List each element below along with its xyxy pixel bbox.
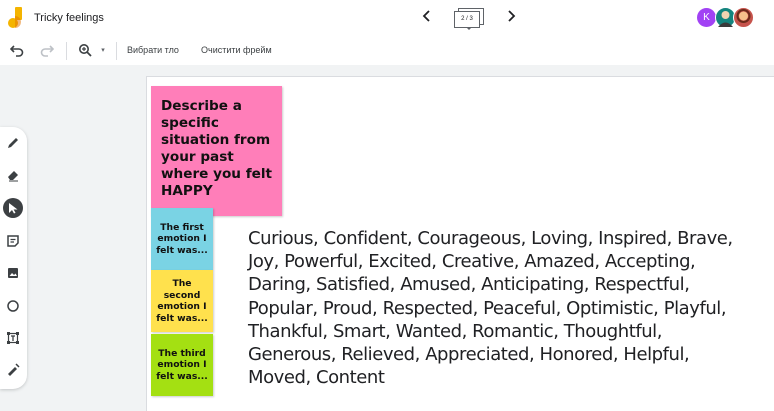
sticky-note-tool[interactable]: [3, 231, 23, 251]
top-bar: Tricky feelings 2 / 3 K: [0, 0, 774, 37]
collaborator-avatar[interactable]: K: [697, 8, 716, 27]
tool-rail: [0, 127, 27, 389]
toolbar-divider: [116, 42, 117, 60]
next-frame-button[interactable]: [503, 9, 519, 27]
frame-bar-toggle[interactable]: 2 / 3: [454, 7, 484, 31]
clear-frame-button[interactable]: Очистити фрейм: [201, 45, 272, 55]
shape-tool[interactable]: [3, 296, 23, 316]
zoom-button[interactable]: [77, 43, 93, 59]
collaborator-avatar[interactable]: [733, 7, 754, 28]
sticky-note-third-emotion[interactable]: The third emotion I felt was...: [151, 334, 213, 396]
feelings-text-box[interactable]: Curious, Confident, Courageous, Loving, …: [248, 227, 748, 389]
sticky-note-second-emotion[interactable]: The second emotion I felt was...: [151, 270, 213, 332]
pen-icon: [8, 138, 18, 148]
chevron-right-icon: [508, 10, 516, 22]
undo-icon: [9, 45, 24, 57]
previous-frame-button[interactable]: [419, 9, 435, 27]
zoom-dropdown-icon[interactable]: ▾: [98, 43, 108, 59]
select-icon: [9, 203, 18, 214]
redo-button[interactable]: [39, 43, 55, 59]
sticky-note-icon: [7, 235, 19, 247]
select-tool[interactable]: [3, 198, 23, 218]
text-box-icon: [7, 332, 19, 344]
chevron-left-icon: [422, 10, 430, 22]
image-tool[interactable]: [3, 263, 23, 283]
sticky-note-text: The second emotion I felt was...: [156, 278, 208, 324]
laser-tool[interactable]: [3, 360, 23, 380]
frame-indicator-label: 2 / 3: [454, 11, 480, 28]
document-title[interactable]: Tricky feelings: [34, 12, 104, 24]
toolbar-divider: [66, 42, 67, 60]
sticky-note-text: The third emotion I felt was...: [156, 347, 208, 382]
redo-icon: [40, 45, 55, 57]
sticky-note-first-emotion[interactable]: The first emotion I felt was...: [151, 208, 213, 270]
eraser-icon: [8, 171, 18, 182]
zoom-in-icon: [79, 44, 92, 57]
circle-icon: [7, 300, 19, 312]
caret-down-icon: [466, 27, 472, 30]
laser-icon: [8, 363, 20, 376]
eraser-tool[interactable]: [3, 165, 23, 185]
undo-button[interactable]: [9, 43, 25, 59]
pen-tool[interactable]: [3, 133, 23, 153]
image-icon: [8, 268, 18, 278]
toolbar: ▾ Вибрати тло Очистити фрейм: [0, 37, 774, 65]
set-background-button[interactable]: Вибрати тло: [127, 45, 179, 55]
jamboard-logo-icon[interactable]: [8, 6, 24, 30]
text-box-tool[interactable]: [3, 328, 23, 348]
sticky-note-text: The first emotion I felt was...: [156, 221, 208, 256]
sticky-note-prompt[interactable]: Describe a specific situation from your …: [151, 86, 282, 216]
